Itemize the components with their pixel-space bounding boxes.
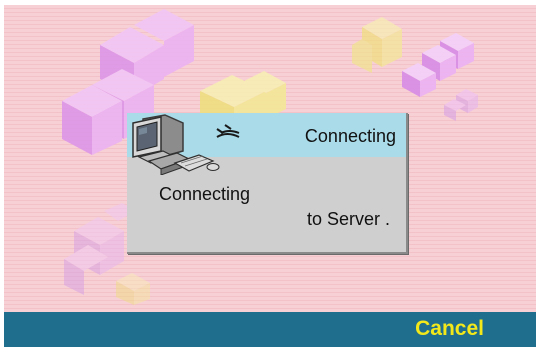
yellow-block-lower-left bbox=[116, 273, 150, 305]
dialog-title: Connecting bbox=[304, 126, 396, 146]
yellow-block-top-right bbox=[352, 17, 402, 73]
connecting-message-line1: Connecting bbox=[159, 184, 251, 204]
softkey-bar: Cancel bbox=[4, 312, 536, 347]
purple-block-small-right bbox=[444, 89, 478, 121]
connecting-dialog: Connecting Connecting to Server . bbox=[127, 113, 408, 254]
computer-icon bbox=[132, 114, 240, 175]
phone-screen: Connecting Connecting to Server . Cancel bbox=[0, 0, 540, 347]
cancel-button[interactable]: Cancel bbox=[415, 317, 484, 341]
connecting-message-line2: to Server . bbox=[306, 209, 390, 229]
connection-waves-icon bbox=[216, 124, 240, 138]
purple-block-top-right bbox=[402, 33, 474, 97]
